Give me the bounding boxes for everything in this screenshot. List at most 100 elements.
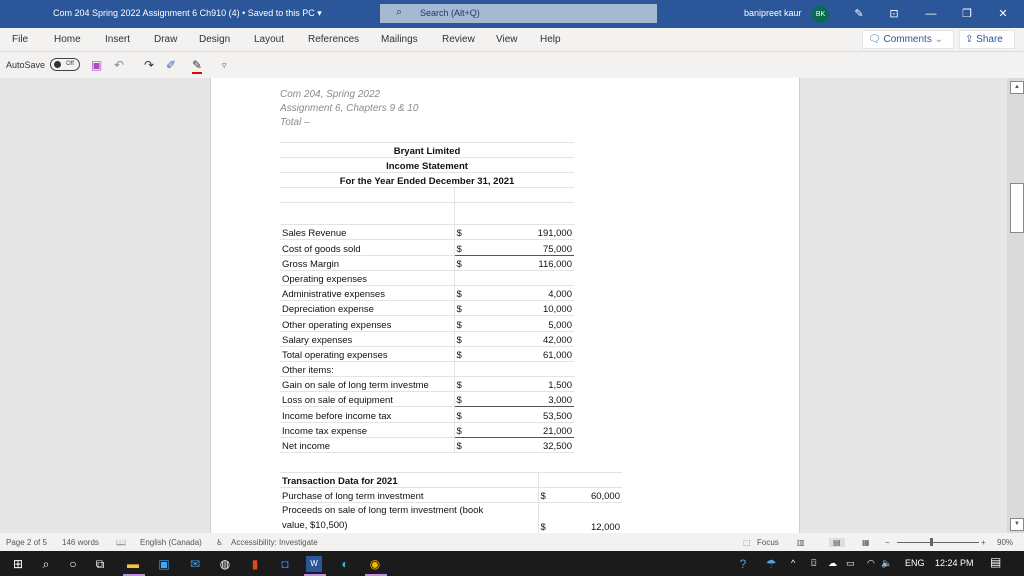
line-item-amount: [494, 270, 574, 286]
weather-umbrella-icon[interactable]: ☂: [763, 556, 779, 572]
line-item-amount: 32,500: [494, 437, 574, 454]
line-item-amount: 53,500: [494, 406, 574, 423]
avatar[interactable]: BK: [812, 6, 829, 23]
tab-draw[interactable]: Draw: [154, 34, 177, 45]
customize-qat-icon[interactable]: ▿: [222, 58, 227, 72]
scroll-thumb[interactable]: [1010, 183, 1024, 233]
volume-icon[interactable]: 🔈: [881, 558, 892, 569]
statement-name: Income Statement: [280, 157, 574, 173]
task-view-icon[interactable]: ⧉: [92, 556, 108, 572]
taskbar: ⊞ ⌕ ○ ⧉ ▬ ▣ ✉ ◍ ▮ ◘ W ◐ ◉ ? ☂ ^ ⌼ ☁ ▭ ◠ …: [0, 551, 1024, 576]
income-statement-table[interactable]: Bryant Limited Income Statement For the …: [280, 142, 574, 454]
proofing-icon[interactable]: 📖: [116, 538, 126, 547]
battery-icon[interactable]: ▭: [846, 558, 855, 569]
line-item-label: Gross Margin: [280, 255, 455, 271]
meet-icon[interactable]: ⌼: [811, 558, 816, 569]
search-box[interactable]: ⌕ Search (Alt+Q): [380, 4, 657, 23]
print-layout-icon[interactable]: ▤: [829, 538, 845, 547]
income-statement-row: Income before income tax $53,500: [280, 406, 574, 423]
comments-label: Comments: [883, 34, 932, 45]
autosave-toggle[interactable]: Off: [50, 58, 80, 71]
tab-insert[interactable]: Insert: [105, 34, 130, 45]
minimize-button[interactable]: —: [921, 5, 941, 23]
dollar-sign: $: [454, 376, 494, 393]
tab-home[interactable]: Home: [54, 34, 81, 45]
document-canvas: Com 204, Spring 2022 Assignment 6, Chapt…: [0, 78, 1007, 533]
tab-design[interactable]: Design: [199, 34, 230, 45]
document-page[interactable]: Com 204, Spring 2022 Assignment 6, Chapt…: [210, 78, 800, 533]
help-icon[interactable]: ?: [735, 556, 751, 572]
tab-mailings[interactable]: Mailings: [381, 34, 418, 45]
tab-layout[interactable]: Layout: [254, 34, 284, 45]
draw-icon[interactable]: ✐: [166, 58, 176, 72]
clock[interactable]: 12:24 PM: [935, 558, 974, 568]
tab-view[interactable]: View: [496, 34, 518, 45]
document-title[interactable]: Com 204 Spring 2022 Assignment 6 Ch910 (…: [53, 8, 322, 19]
read-mode-icon[interactable]: ▥: [797, 538, 805, 547]
comments-button[interactable]: 🗨 Comments ⌄: [862, 30, 954, 49]
restore-button[interactable]: ❐: [957, 5, 977, 23]
mail-icon[interactable]: ✉: [187, 556, 203, 572]
page-count[interactable]: Page 2 of 5: [6, 538, 47, 547]
web-layout-icon[interactable]: ▦: [862, 538, 870, 547]
app-icon[interactable]: ◍: [217, 556, 233, 572]
dollar-sign: $: [454, 255, 494, 271]
share-icon: ⇪: [965, 34, 977, 45]
wifi-icon[interactable]: ◠: [867, 558, 875, 569]
highlight-pen-icon[interactable]: ✎: [192, 58, 203, 74]
zoom-slider-thumb[interactable]: [930, 538, 934, 546]
undo-icon[interactable]: ↶: [114, 58, 124, 72]
zoom-level[interactable]: 90%: [997, 538, 1013, 547]
accessibility-status[interactable]: Accessibility: Investigate: [231, 538, 318, 547]
outlook-icon[interactable]: ◘: [277, 556, 293, 572]
notification-icon[interactable]: ▤: [990, 555, 1001, 569]
search-icon[interactable]: ⌕: [38, 556, 54, 572]
language[interactable]: English (Canada): [140, 538, 202, 547]
close-button[interactable]: ✕: [993, 5, 1013, 23]
dollar-sign: [454, 270, 494, 286]
income-statement-row: Income tax expense $21,000: [280, 422, 574, 438]
chrome-icon[interactable]: ◉: [365, 556, 387, 576]
line-item-label: Total operating expenses: [280, 346, 455, 362]
office-icon[interactable]: ▮: [247, 556, 263, 572]
tab-review[interactable]: Review: [442, 34, 475, 45]
vertical-scrollbar[interactable]: ▲ ▼: [1007, 78, 1024, 533]
store-icon[interactable]: ▣: [156, 556, 172, 572]
ribbon-display-icon[interactable]: ⊡: [884, 5, 904, 23]
windows-start-icon[interactable]: ⊞: [10, 556, 26, 572]
dollar-sign: [454, 361, 494, 378]
share-button[interactable]: ⇪ Share: [959, 30, 1015, 49]
redo-icon[interactable]: ↷: [144, 58, 154, 72]
income-statement-row: Other items:: [280, 361, 574, 378]
line-item-label: Salary expenses: [280, 331, 455, 347]
chevron-up-icon[interactable]: ^: [791, 558, 795, 568]
tab-references[interactable]: References: [308, 34, 359, 45]
pen-icon[interactable]: ✎: [849, 5, 869, 23]
focus-button[interactable]: Focus: [757, 538, 779, 547]
tab-help[interactable]: Help: [540, 34, 561, 45]
word-icon[interactable]: W: [304, 556, 326, 576]
income-statement-row: Cost of goods sold $75,000: [280, 239, 574, 256]
edge-icon[interactable]: ◐: [337, 556, 353, 572]
save-icon[interactable]: ▣: [91, 58, 102, 72]
income-statement-row: Sales Revenue $191,000: [280, 224, 574, 241]
onedrive-error-icon[interactable]: ☁: [828, 558, 837, 569]
input-language[interactable]: ENG: [905, 558, 925, 568]
file-explorer-icon[interactable]: ▬: [123, 556, 145, 576]
cortana-icon[interactable]: ○: [65, 556, 81, 572]
line-item-amount: 42,000: [494, 331, 574, 347]
income-statement-row: Loss on sale of equipment $3,000: [280, 391, 574, 408]
line-item-label: Gain on sale of long term investme: [280, 376, 455, 393]
zoom-in-button[interactable]: +: [981, 538, 986, 547]
line-item-amount: 21,000: [494, 422, 574, 438]
transaction-data-table[interactable]: Transaction Data for 2021 Purchase of lo…: [280, 471, 622, 533]
word-count[interactable]: 146 words: [62, 538, 99, 547]
user-name[interactable]: banipreet kaur: [744, 8, 802, 18]
scroll-down-arrow-icon[interactable]: ▼: [1010, 518, 1024, 531]
zoom-slider[interactable]: [897, 542, 979, 543]
ribbon-tabs: File Home Insert Draw Design Layout Refe…: [0, 28, 1024, 52]
dollar-sign: $: [454, 331, 494, 347]
zoom-out-button[interactable]: −: [885, 538, 890, 547]
tab-file[interactable]: File: [12, 34, 28, 45]
scroll-up-arrow-icon[interactable]: ▲: [1010, 81, 1024, 94]
